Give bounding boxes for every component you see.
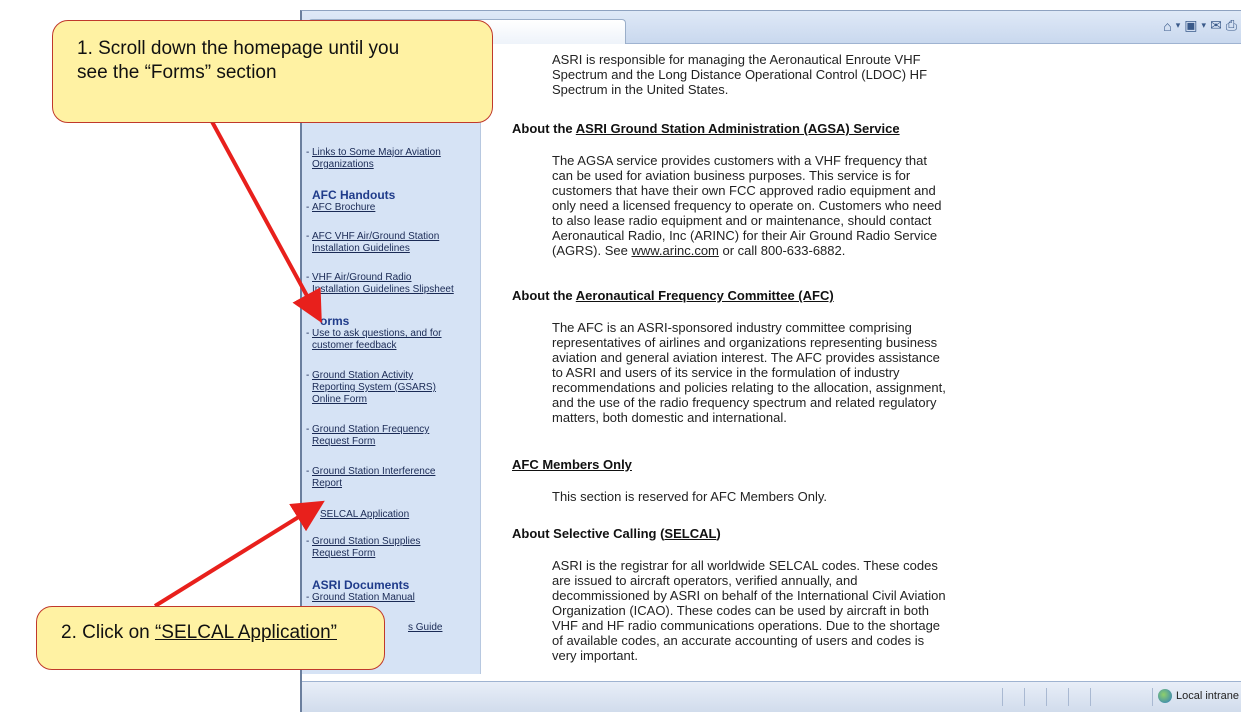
arrow-to-selcal <box>153 500 325 608</box>
callout-step-1-line: 1. Scroll down the homepage until you <box>77 38 400 59</box>
selcal-application-link: “SELCAL Application” <box>154 622 337 643</box>
callout-step-1-line: see the “Forms” section <box>77 62 277 83</box>
arrow-to-forms <box>208 117 322 324</box>
callout-step-2: 2. Click on “SELCAL Application” <box>36 606 385 670</box>
callout-step-2-line: 2. Click on “SELCAL Application” <box>61 622 337 643</box>
callout-step-1: 1. Scroll down the homepage until you se… <box>52 20 493 123</box>
